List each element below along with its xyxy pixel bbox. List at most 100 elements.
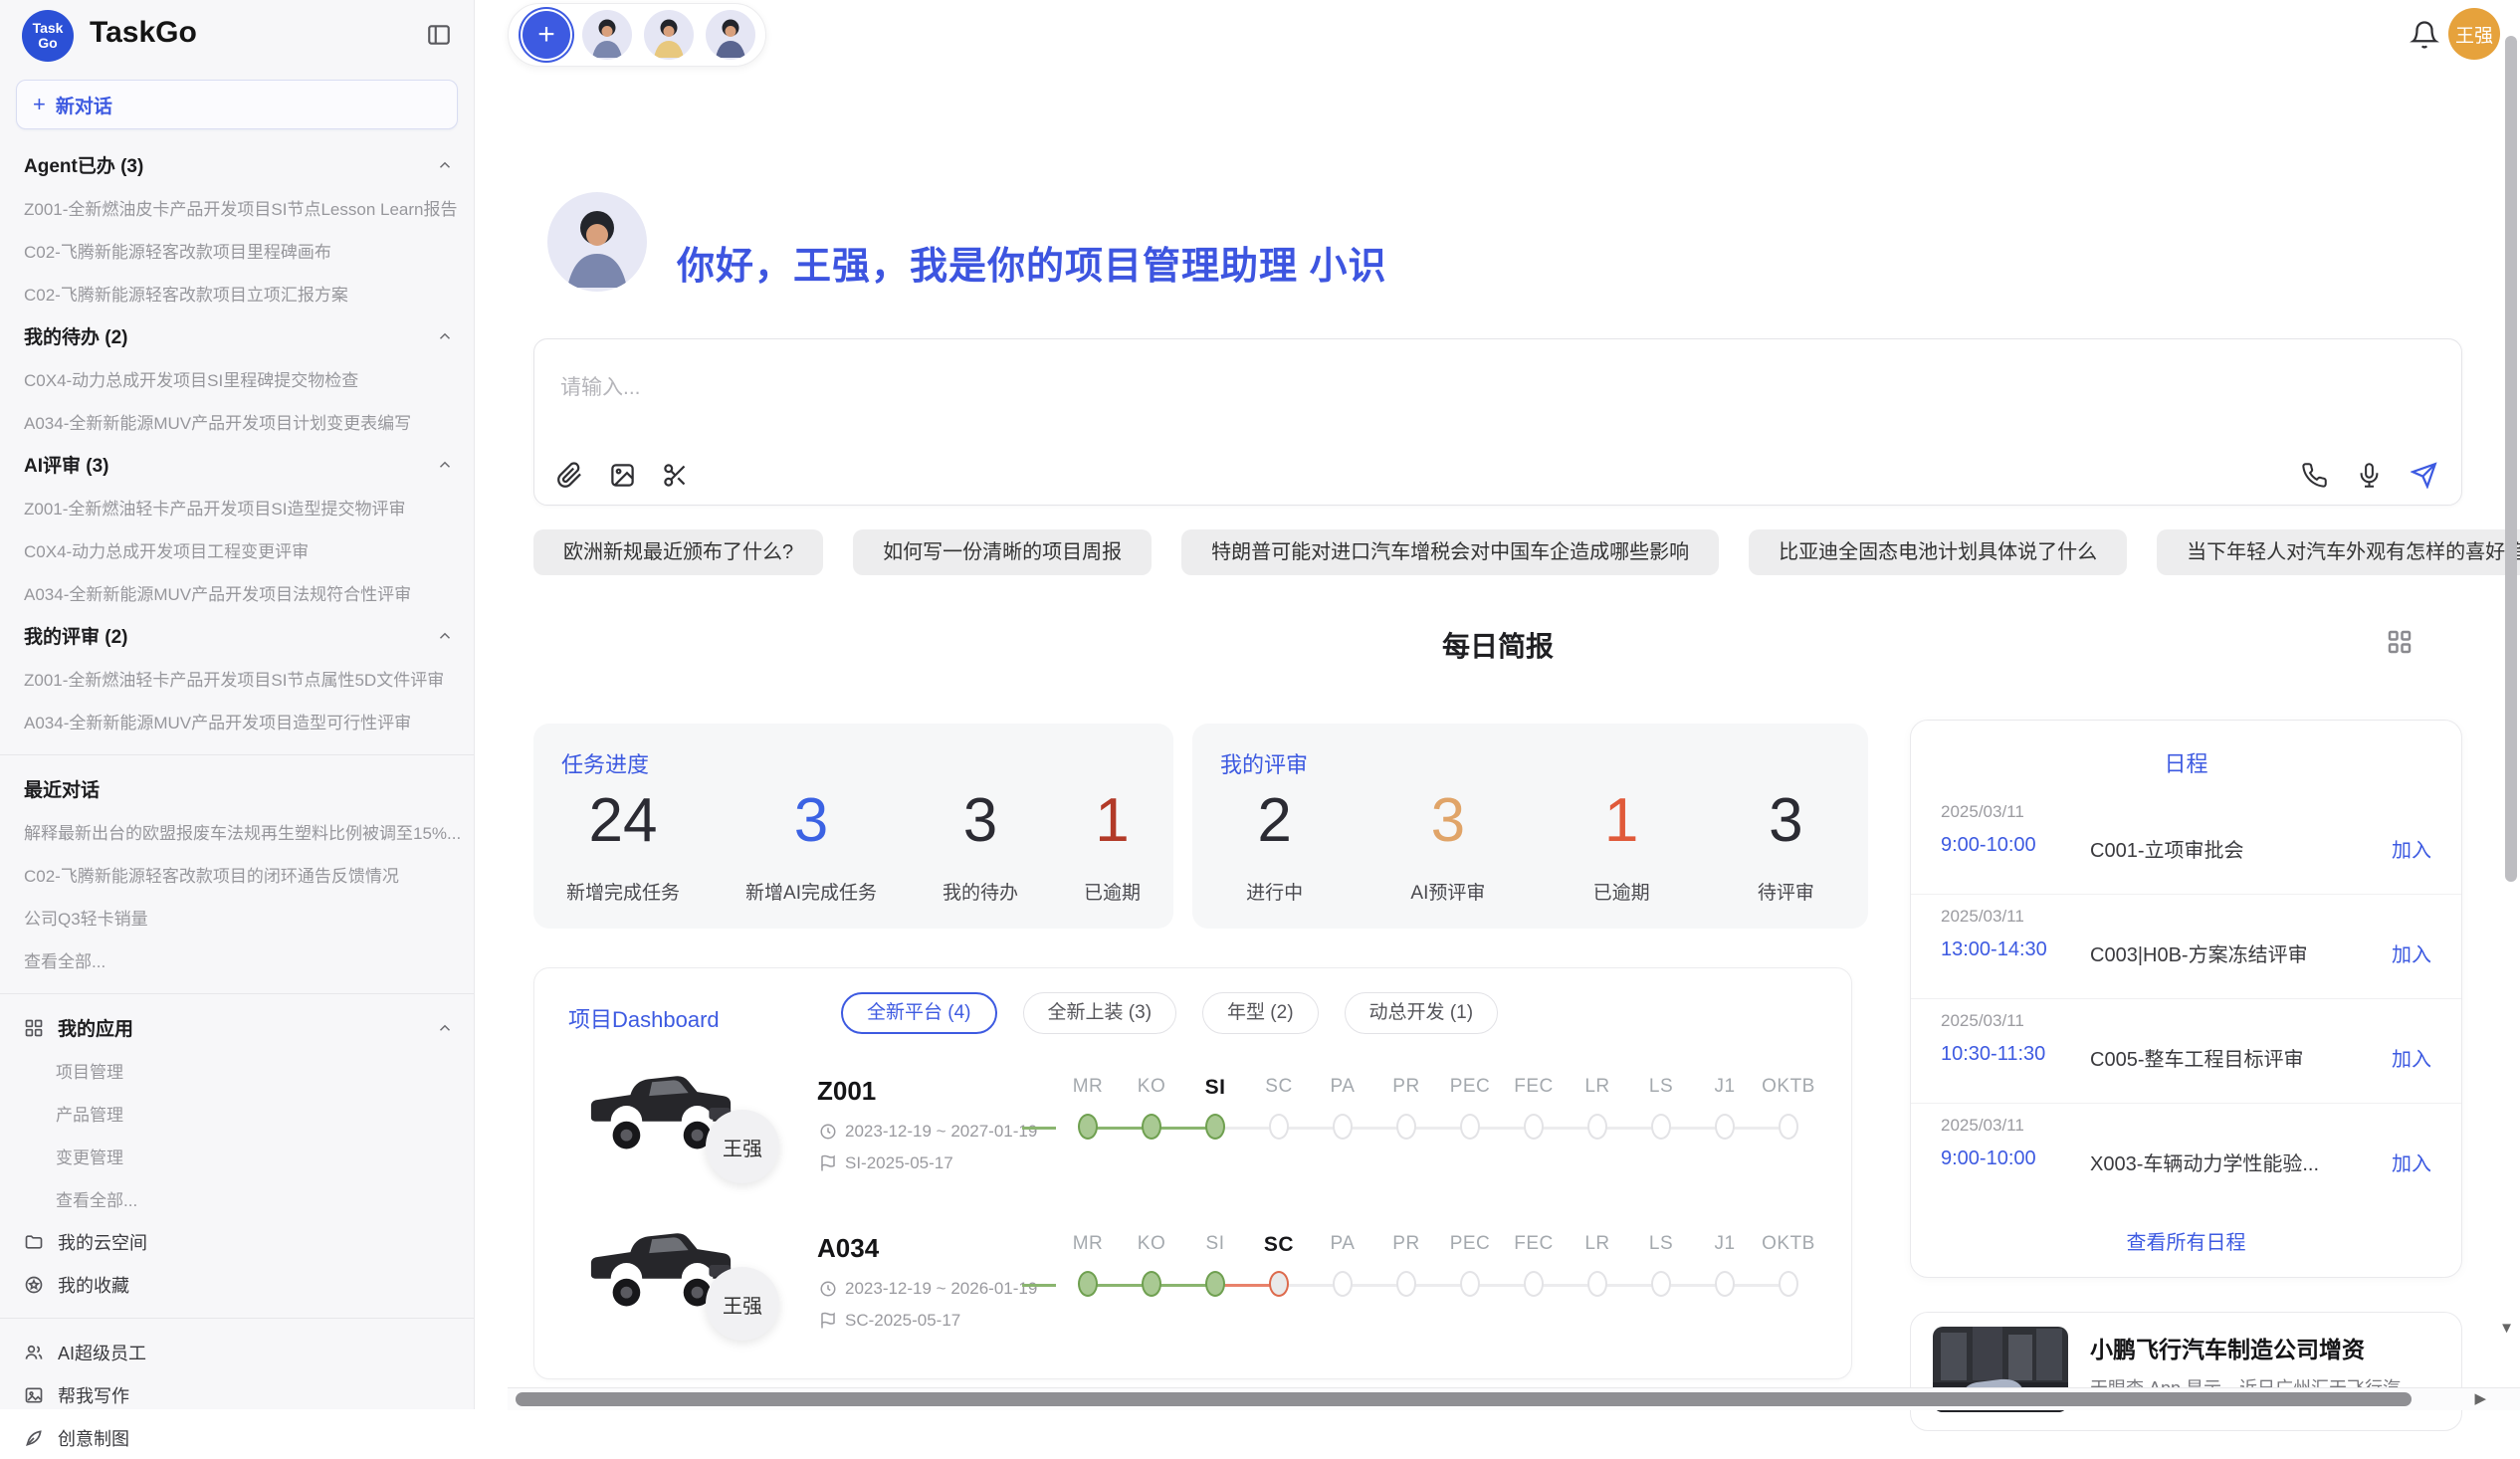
recent-chat-item[interactable]: 解释最新出台的欧盟报废车法规再生塑料比例被调至15%... (0, 810, 474, 853)
suggestion-chip[interactable]: 比亚迪全固态电池计划具体说了什么 (1749, 529, 2127, 575)
task-progress-card: 任务进度 24新增完成任务 3新增AI完成任务 3我的待办 1已逾期 (533, 724, 1173, 929)
sidebar-item-creative-draw[interactable]: 创意制图 (0, 1416, 474, 1459)
user-avatar[interactable]: 王强 (2448, 8, 2500, 60)
divider (0, 1318, 474, 1319)
phone-call-icon[interactable] (2301, 462, 2328, 489)
tab-powertrain[interactable]: 动总开发 (1) (1345, 992, 1499, 1034)
milestone-label: LR (1566, 1076, 1629, 1100)
milestone-label: KO (1120, 1076, 1183, 1100)
section-header-my-todo[interactable]: 我的待办 (2) (0, 314, 474, 357)
sidebar-item-ai-employee[interactable]: AI超级员工 (0, 1331, 474, 1373)
project-row[interactable]: 王强 Z001 2023-12-19 ~ 2027-01-19 SI-2025-… (534, 1054, 1851, 1211)
scroll-down-arrow[interactable]: ▼ (2499, 1320, 2514, 1337)
member-avatar[interactable] (582, 10, 632, 60)
new-chat-button[interactable]: + 新对话 (16, 80, 458, 129)
news-card[interactable]: 小鹏飞行汽车制造公司增资 天眼查 App 显示，近日广州汇天飞行汽 (1910, 1312, 2462, 1431)
milestone-stepper: MRKOSISCPAPRPECFECLRLSJ1OKTB (1056, 1233, 1822, 1299)
image-upload-icon[interactable] (609, 462, 636, 489)
suggestion-chip[interactable]: 特朗普可能对进口汽车增税会对中国车企造成哪些影响 (1181, 529, 1719, 575)
member-avatar[interactable] (706, 10, 755, 60)
folder-icon (24, 1232, 44, 1252)
section-header-my-review[interactable]: 我的评审 (2) (0, 614, 474, 657)
view-all-apps-link[interactable]: 查看全部... (0, 1177, 474, 1220)
app-item-project-mgmt[interactable]: 项目管理 (0, 1049, 474, 1092)
clock-icon (819, 1280, 837, 1298)
section-header-my-apps[interactable]: 我的应用 (0, 1006, 474, 1049)
milestone-label: SI (1183, 1076, 1247, 1100)
project-vehicle-image (583, 1368, 740, 1379)
sidebar-item-favorites[interactable]: 我的收藏 (0, 1263, 474, 1306)
app-item-change-mgmt[interactable]: 变更管理 (0, 1135, 474, 1177)
sidebar-item[interactable]: C0X4-动力总成开发项目工程变更评审 (0, 528, 474, 571)
vertical-scrollbar-thumb[interactable] (2505, 36, 2517, 882)
sidebar-item[interactable]: A034-全新新能源MUV产品开发项目造型可行性评审 (0, 700, 474, 742)
milestone-label: MR (1056, 1076, 1120, 1100)
scroll-right-arrow[interactable]: ▶ (2474, 1389, 2486, 1407)
horizontal-scrollbar-thumb[interactable] (516, 1392, 2412, 1406)
recent-chat-item[interactable]: C02-飞腾新能源轻客改款项目的闭环通告反馈情况 (0, 853, 474, 896)
milestone-label: FEC (1502, 1233, 1566, 1257)
chevron-up-icon (436, 156, 454, 174)
daily-brief-header: 每日简报 (533, 625, 2462, 665)
schedule-card: 日程 2025/03/11 9:00-10:00 C001-立项审批会 加入 2… (1910, 720, 2462, 1278)
scissors-icon[interactable] (662, 462, 689, 489)
sidebar-item[interactable]: Z001-全新燃油轻卡产品开发项目SI节点属性5D文件评审 (0, 657, 474, 700)
quill-icon (24, 1428, 44, 1448)
tab-new-body[interactable]: 全新上装 (3) (1023, 992, 1177, 1034)
join-button[interactable]: 加入 (2392, 1043, 2431, 1072)
attachment-icon[interactable] (556, 462, 583, 489)
event-time: 13:00-14:30 (1941, 938, 2047, 961)
milestone-node[interactable] (1757, 1271, 1820, 1299)
schedule-event: 2025/03/11 10:30-11:30 C005-整车工程目标评审 加入 (1911, 999, 2461, 1104)
stat-value: 2 (1246, 785, 1303, 856)
sidebar-item[interactable]: A034-全新新能源MUV产品开发项目法规符合性评审 (0, 571, 474, 614)
notification-bell-icon[interactable] (2410, 20, 2439, 50)
event-time: 9:00-10:00 (1941, 1147, 2036, 1170)
view-all-chats-link[interactable]: 查看全部... (0, 938, 474, 981)
tab-model-year[interactable]: 年型 (2) (1202, 992, 1319, 1034)
project-date-range: 2023-12-19 ~ 2026-01-19 (819, 1279, 1037, 1299)
suggestion-chip[interactable]: 当下年轻人对汽车外观有怎样的喜好趋势 (2157, 529, 2520, 575)
sidebar-item[interactable]: C02-飞腾新能源轻客改款项目里程碑画布 (0, 229, 474, 272)
layout-grid-icon[interactable] (2385, 627, 2415, 657)
sidebar: TaskGo TaskGo + 新对话 Agent已办 (3) Z001-全新燃… (0, 0, 475, 1409)
microphone-icon[interactable] (2356, 462, 2383, 489)
sidebar-item[interactable]: C0X4-动力总成开发项目SI里程碑提交物检查 (0, 357, 474, 400)
plus-icon: + (33, 92, 46, 117)
users-icon (24, 1343, 44, 1362)
view-all-schedule-link[interactable]: 查看所有日程 (1911, 1226, 2461, 1255)
card-title: 任务进度 (561, 747, 649, 779)
add-member-button[interactable]: + (523, 11, 570, 59)
flag-icon (819, 1312, 837, 1330)
sidebar-collapse-icon[interactable] (426, 22, 452, 48)
join-button[interactable]: 加入 (2392, 938, 2431, 967)
tab-all-new-platform[interactable]: 全新平台 (4) (841, 992, 997, 1034)
section-header-agent-done[interactable]: Agent已办 (3) (0, 143, 474, 186)
stat-label: 进行中 (1246, 878, 1303, 905)
project-row[interactable]: 王强 A034 2023-12-19 ~ 2026-01-19 SC-2025-… (534, 1211, 1851, 1368)
member-avatar[interactable] (644, 10, 694, 60)
sidebar-item[interactable]: Z001-全新燃油皮卡产品开发项目SI节点Lesson Learn报告 (0, 186, 474, 229)
stat-label: 新增AI完成任务 (745, 878, 877, 905)
chat-input[interactable] (558, 369, 1956, 443)
send-icon[interactable] (2411, 462, 2437, 489)
recent-chat-item[interactable]: 公司Q3轻卡销量 (0, 896, 474, 938)
milestone-label: SC (1247, 1233, 1311, 1257)
section-header-ai-review[interactable]: AI评审 (3) (0, 443, 474, 486)
join-button[interactable]: 加入 (2392, 834, 2431, 863)
greeting-title: 你好，王强，我是你的项目管理助理 小识 (677, 235, 1387, 290)
stat-value: 3 (943, 785, 1018, 856)
sidebar-item-cloud-space[interactable]: 我的云空间 (0, 1220, 474, 1263)
sidebar-item-help-write[interactable]: 帮我写作 (0, 1373, 474, 1416)
milestone-node[interactable] (1757, 1114, 1820, 1142)
horizontal-scrollbar[interactable]: ▶ (508, 1387, 2520, 1410)
sidebar-item[interactable]: A034-全新新能源MUV产品开发项目计划变更表编写 (0, 400, 474, 443)
app-item-product-mgmt[interactable]: 产品管理 (0, 1092, 474, 1135)
sidebar-item[interactable]: Z001-全新燃油轻卡产品开发项目SI造型提交物评审 (0, 486, 474, 528)
dashboard-tabs: 全新平台 (4) 全新上装 (3) 年型 (2) 动总开发 (1) (841, 992, 1498, 1034)
join-button[interactable]: 加入 (2392, 1147, 2431, 1176)
suggestion-chip[interactable]: 欧洲新规最近颁布了什么? (533, 529, 823, 575)
sidebar-item[interactable]: C02-飞腾新能源轻客改款项目立项汇报方案 (0, 272, 474, 314)
suggestion-chip[interactable]: 如何写一份清晰的项目周报 (853, 529, 1152, 575)
milestone-label: J1 (1693, 1233, 1757, 1257)
